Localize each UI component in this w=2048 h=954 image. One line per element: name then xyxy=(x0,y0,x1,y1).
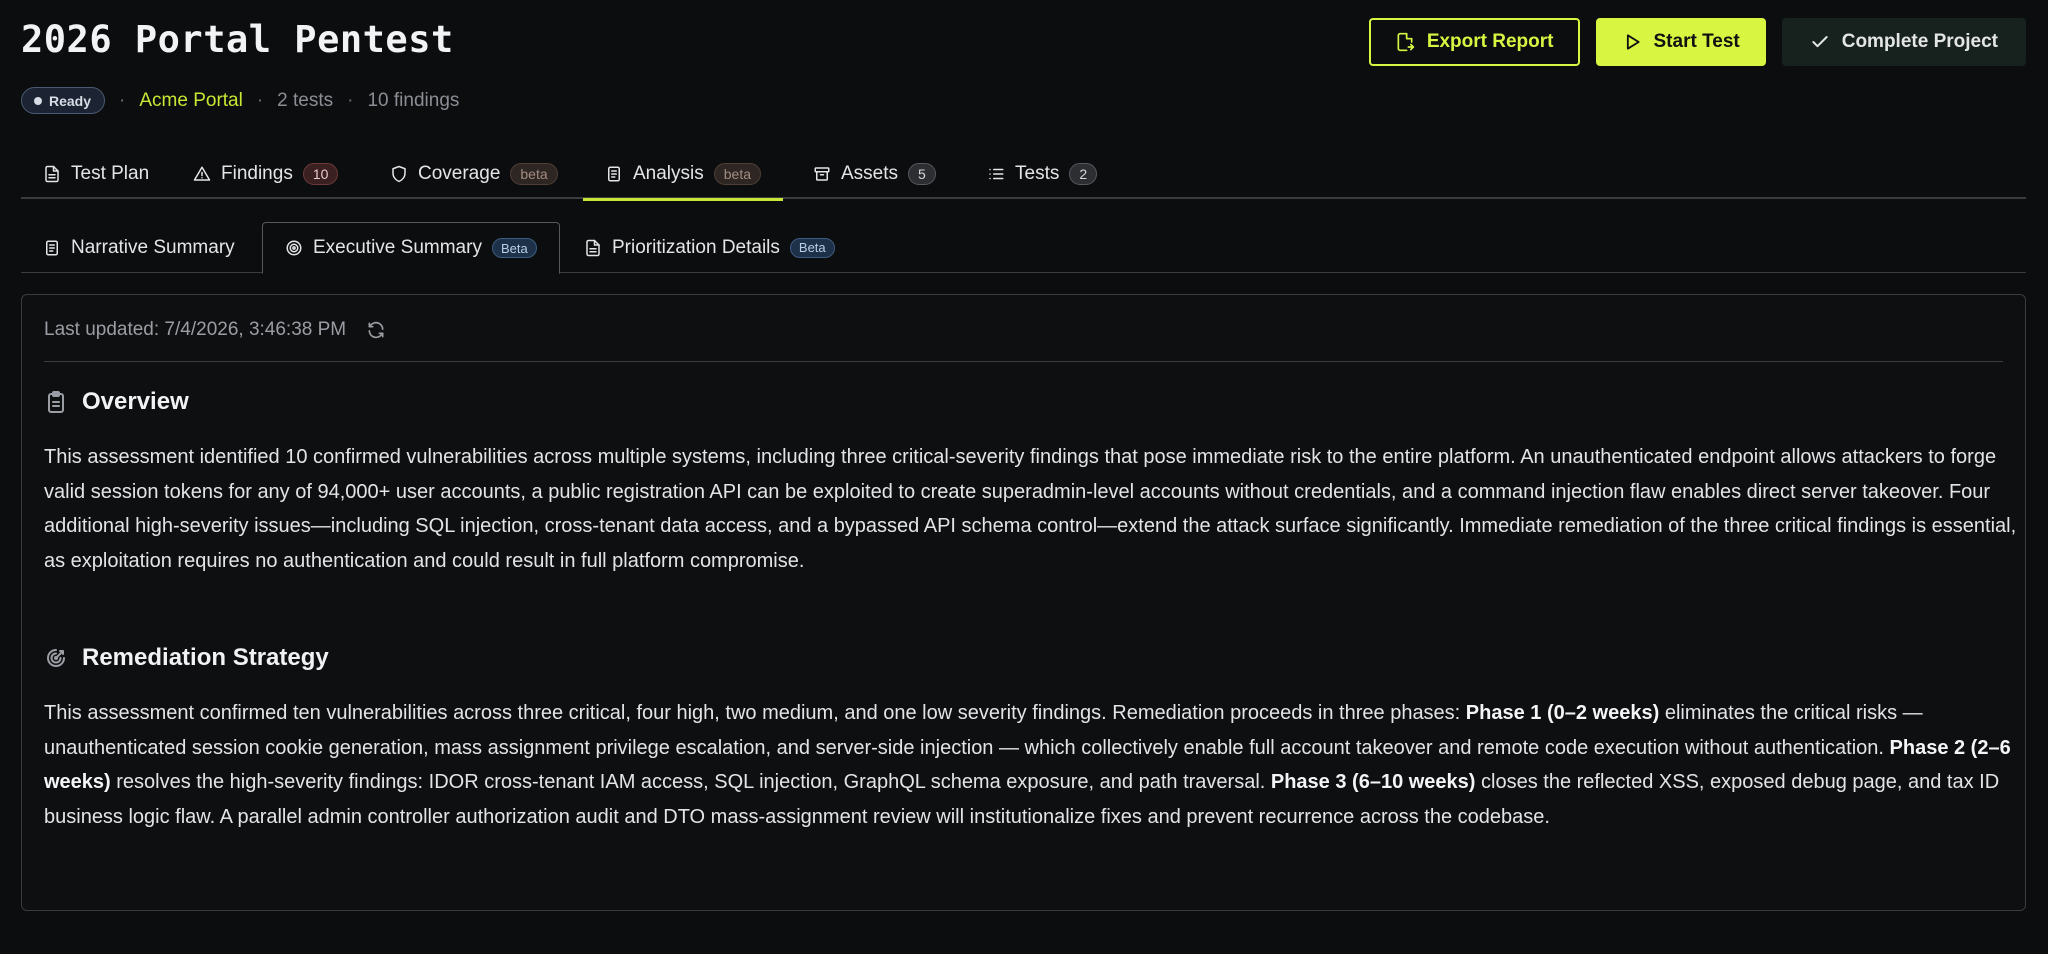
subtab-executive-summary[interactable]: Executive Summary Beta xyxy=(262,222,560,274)
project-meta: Ready · Acme Portal · 2 tests · 10 findi… xyxy=(21,87,459,114)
document-icon xyxy=(608,166,620,181)
tab-test-plan[interactable]: Test Plan xyxy=(43,148,149,199)
analysis-subtabs: Narrative Summary Executive Summary Beta… xyxy=(21,222,2026,274)
warning-icon xyxy=(193,166,211,181)
separator: · xyxy=(347,89,354,111)
tab-assets[interactable]: Assets 5 xyxy=(813,148,936,199)
export-report-label: Export Report xyxy=(1426,31,1554,52)
remediation-heading: Remediation Strategy xyxy=(44,644,329,672)
tab-findings[interactable]: Findings 10 xyxy=(193,148,339,199)
subtab-label: Prioritization Details xyxy=(612,236,780,258)
start-test-label: Start Test xyxy=(1653,31,1740,52)
complete-project-label: Complete Project xyxy=(1841,31,1998,52)
subtab-label: Executive Summary xyxy=(313,237,482,258)
overview-heading-text: Overview xyxy=(82,388,189,415)
check-icon xyxy=(1812,36,1828,48)
document-icon xyxy=(46,240,58,255)
beta-badge: Beta xyxy=(491,238,537,258)
tab-label: Test Plan xyxy=(71,162,150,184)
list-icon xyxy=(989,168,1004,179)
tab-analysis[interactable]: Analysis beta xyxy=(583,148,783,201)
header-actions: Export Report Start Test Complete Projec… xyxy=(1368,18,2026,66)
refresh-icon[interactable] xyxy=(366,320,386,340)
file-icon xyxy=(586,239,600,256)
findings-count-badge: 10 xyxy=(302,162,339,185)
status-label: Ready xyxy=(49,92,92,109)
executive-summary-card: Last updated: 7/4/2026, 3:46:38 PM Overv… xyxy=(21,294,2026,911)
target-arrow-icon xyxy=(47,649,65,667)
page-title: 2026 Portal Pentest xyxy=(21,18,454,61)
beta-badge: Beta xyxy=(789,237,835,258)
beta-badge: beta xyxy=(510,162,558,185)
subtab-narrative-summary[interactable]: Narrative Summary xyxy=(43,222,235,273)
shield-icon xyxy=(392,165,406,182)
tab-label: Assets xyxy=(841,162,899,184)
file-export-icon xyxy=(1397,32,1414,52)
complete-project-button[interactable]: Complete Project xyxy=(1781,18,2026,66)
archive-icon xyxy=(814,166,830,181)
last-updated-text: Last updated: 7/4/2026, 3:46:38 PM xyxy=(44,319,347,340)
status-dot-icon xyxy=(34,96,42,105)
divider xyxy=(44,361,2003,362)
status-badge: Ready xyxy=(21,87,106,114)
target-icon xyxy=(286,240,302,256)
last-updated: Last updated: 7/4/2026, 3:46:38 PM xyxy=(44,317,386,343)
tab-tests[interactable]: Tests 2 xyxy=(987,148,1098,199)
remediation-heading-text: Remediation Strategy xyxy=(82,644,329,671)
start-test-button[interactable]: Start Test xyxy=(1595,18,1766,66)
assets-count-badge: 5 xyxy=(908,162,936,185)
tests-count-badge: 2 xyxy=(1069,162,1098,185)
tests-count: 2 tests xyxy=(277,89,334,111)
separator: · xyxy=(119,89,126,111)
overview-text: This assessment identified 10 confirmed … xyxy=(44,446,2017,572)
subtab-label: Narrative Summary xyxy=(71,236,235,258)
tab-coverage[interactable]: Coverage beta xyxy=(390,148,558,199)
play-icon xyxy=(1626,34,1640,50)
tab-label: Tests xyxy=(1015,162,1060,184)
findings-count: 10 findings xyxy=(367,89,460,111)
overview-heading: Overview xyxy=(44,388,189,416)
phase-3-label: Phase 3 (6–10 weeks) xyxy=(1270,771,1476,793)
clipboard-icon xyxy=(48,391,64,413)
project-link[interactable]: Acme Portal xyxy=(139,90,242,112)
export-report-button[interactable]: Export Report xyxy=(1368,18,1580,66)
phase-1-label: Phase 1 (0–2 weeks) xyxy=(1465,702,1660,724)
separator: · xyxy=(256,89,264,111)
document-icon xyxy=(45,165,59,182)
beta-badge: beta xyxy=(713,162,761,185)
tab-label: Findings xyxy=(221,162,293,184)
remediation-text: This assessment confirmed ten vulnerabil… xyxy=(44,696,2019,834)
tab-label: Analysis xyxy=(633,162,704,184)
tab-label: Coverage xyxy=(418,162,501,184)
phase-2-text: resolves the high-severity findings: IDO… xyxy=(110,771,1271,793)
remediation-intro: This assessment confirmed ten vulnerabil… xyxy=(44,702,1466,724)
main-tabs: Test Plan Findings 10 Coverage beta Anal… xyxy=(21,148,2026,201)
subtab-prioritization-details[interactable]: Prioritization Details Beta xyxy=(584,222,835,273)
